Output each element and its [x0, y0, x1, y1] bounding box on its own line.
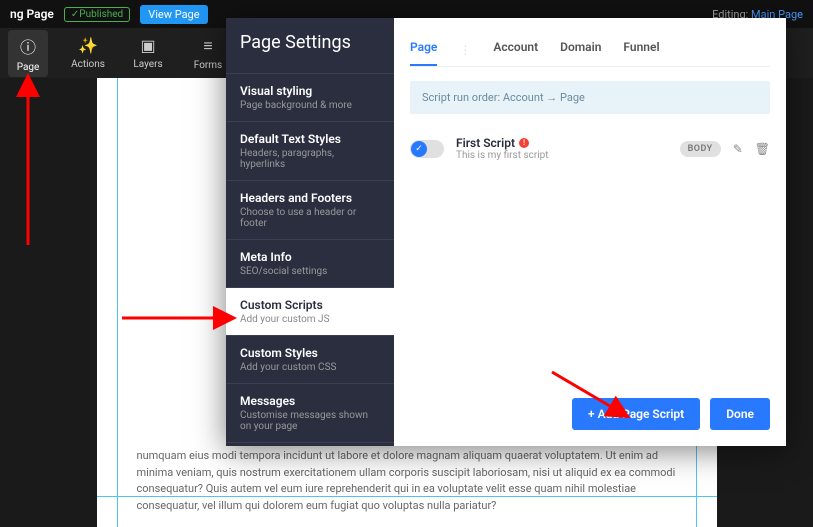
tool-layers[interactable]: ▣ Layers — [128, 36, 168, 70]
tab-account[interactable]: Account — [493, 34, 538, 66]
placeholder-text: numquam eius modi tempora incidunt ut la… — [137, 448, 677, 514]
sidebar-item-messages[interactable]: Messages Customise messages shown on you… — [226, 383, 394, 443]
modal-main: Page ⋮ Account Domain Funnel Script run … — [394, 18, 786, 446]
sidebar-item-custom-styles[interactable]: Custom Styles Add your custom CSS — [226, 335, 394, 383]
done-button[interactable]: Done — [710, 398, 770, 430]
sidebar-item-text-styles[interactable]: Default Text Styles Headers, paragraphs,… — [226, 121, 394, 180]
page-settings-modal: Page Settings Visual styling Page backgr… — [226, 18, 786, 446]
sidebar-item-headers-footers[interactable]: Headers and Footers Choose to use a head… — [226, 180, 394, 239]
layers-icon: ▣ — [140, 36, 155, 55]
sidebar-item-custom-scripts[interactable]: Custom Scripts Add your custom JS — [226, 287, 394, 335]
forms-icon: ≡ — [203, 36, 212, 56]
sidebar-item-visual-styling[interactable]: Visual styling Page background & more — [226, 73, 394, 121]
error-icon: ! — [519, 138, 529, 148]
script-toggle[interactable]: ✓ — [410, 140, 444, 158]
add-page-script-button[interactable]: + Add Page Script — [572, 398, 700, 430]
tool-page[interactable]: ⓘ Page — [8, 30, 48, 77]
modal-sidebar: Page Settings Visual styling Page backgr… — [226, 18, 394, 446]
tab-page[interactable]: Page — [410, 34, 437, 66]
tool-actions[interactable]: ✨ Actions — [68, 36, 108, 70]
view-page-button[interactable]: View Page — [140, 5, 207, 24]
tool-forms[interactable]: ≡ Forms — [188, 36, 228, 71]
modal-title: Page Settings — [226, 18, 394, 73]
script-description: This is my first script — [456, 150, 549, 161]
info-icon: ⓘ — [20, 34, 36, 58]
wand-icon: ✨ — [78, 36, 98, 55]
edit-icon[interactable]: ✎ — [733, 142, 743, 156]
tab-divider: ⋮ — [459, 43, 471, 57]
status-badge: Published — [64, 7, 130, 22]
check-icon: ✓ — [411, 141, 427, 157]
tab-domain[interactable]: Domain — [560, 34, 601, 66]
sidebar-item-meta-info[interactable]: Meta Info SEO/social settings — [226, 239, 394, 287]
tab-funnel[interactable]: Funnel — [623, 34, 659, 66]
guide-left — [117, 78, 118, 527]
script-name: First Script ! — [456, 136, 549, 150]
page-title: ng Page — [10, 7, 54, 21]
placement-badge: BODY — [680, 141, 721, 157]
info-bar: Script run order: Account → Page — [410, 81, 770, 114]
tabs: Page ⋮ Account Domain Funnel — [410, 34, 770, 67]
script-row: ✓ First Script ! This is my first script… — [410, 132, 770, 165]
delete-icon[interactable]: 🗑 — [755, 142, 770, 156]
